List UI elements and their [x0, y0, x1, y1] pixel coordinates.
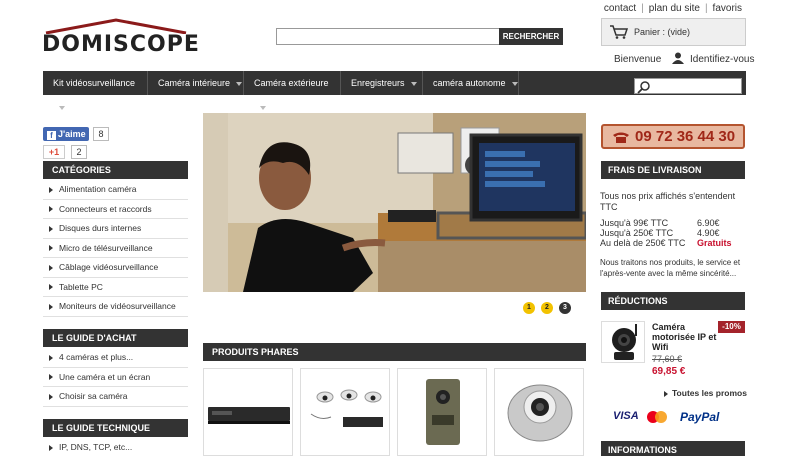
chevron-down-icon: [236, 81, 243, 86]
nav-camera-interieure[interactable]: Caméra intérieure: [148, 71, 244, 95]
arrow-right-icon: [49, 186, 53, 193]
frais-row: Jusqu'à 250€ TTC 4.90€: [600, 228, 720, 238]
favorites-link[interactable]: favoris: [713, 3, 742, 14]
guide-achat-title: LE GUIDE D'ACHAT: [43, 329, 188, 347]
all-promos-link[interactable]: Toutes les promos: [664, 388, 747, 398]
dvr-recorder-image: [208, 407, 290, 424]
informations-title: INFORMATIONS: [601, 441, 745, 456]
facebook-like-button[interactable]: f J'aime: [43, 127, 89, 141]
reductions-title: RÉDUCTIONS: [601, 292, 745, 310]
logo-text: DOMISCOPE: [42, 32, 200, 57]
hero-banner[interactable]: [203, 113, 586, 292]
guide-item[interactable]: Choisir sa caméra: [43, 387, 188, 407]
frais-row: Au delà de 250€ TTC Gratuits: [600, 238, 732, 248]
search-icon: [637, 81, 650, 94]
category-item[interactable]: Câblage vidéosurveillance: [43, 258, 188, 278]
slider-dot[interactable]: 2: [541, 302, 553, 314]
nav-camera-exterieure[interactable]: Caméra extérieure: [244, 71, 341, 110]
category-item[interactable]: Alimentation caméra: [43, 180, 188, 200]
category-item[interactable]: Connecteurs et raccords: [43, 200, 188, 219]
nav-camera-autonome[interactable]: caméra autonome: [423, 71, 519, 95]
nav-enregistreurs[interactable]: Enregistreurs: [341, 71, 423, 95]
arrow-right-icon: [49, 303, 53, 310]
google-plus-button[interactable]: +1: [43, 145, 65, 159]
guide-item[interactable]: 4 caméras et plus...: [43, 348, 188, 368]
sitemap-link[interactable]: plan du site: [649, 3, 700, 14]
phone-icon: [613, 132, 629, 143]
cart-box[interactable]: Panier : (vide): [601, 18, 746, 46]
arrow-right-icon: [49, 284, 53, 291]
category-item[interactable]: Disques durs internes: [43, 219, 188, 239]
frais-row: Jusqu'à 99€ TTC 6.90€: [600, 218, 720, 228]
banner-photo: [203, 113, 586, 292]
chevron-down-icon: [260, 105, 266, 110]
promo-old-price: 77,60 €: [652, 354, 683, 364]
search-button[interactable]: RECHERCHER: [499, 28, 563, 45]
contact-link[interactable]: contact: [604, 3, 636, 14]
paypal-logo: PayPal: [680, 410, 720, 424]
frais-note: Nous traitons nos produits, le service e…: [600, 258, 741, 278]
arrow-right-icon: [49, 264, 53, 271]
promo-product-image[interactable]: [601, 321, 645, 363]
google-plus-count: 2: [71, 145, 87, 159]
mastercard-icon: [647, 411, 667, 423]
promo-new-price: 69,85 €: [652, 366, 686, 377]
product-card[interactable]: [300, 368, 390, 456]
arrow-right-icon: [49, 225, 53, 232]
facebook-like-count: 8: [93, 127, 109, 141]
chevron-down-icon: [410, 81, 417, 86]
slider-dot-active[interactable]: 3: [559, 302, 571, 314]
slider-dot[interactable]: 1: [523, 302, 535, 314]
nav-kit-videosurveillance[interactable]: Kit vidéosurveillance: [43, 71, 148, 110]
frais-livraison-title: FRAIS DE LIVRAISON: [601, 161, 745, 179]
discount-badge: -10%: [718, 321, 745, 333]
trail-camera-image: [426, 379, 460, 445]
visa-logo: VISA: [613, 410, 639, 422]
chevron-down-icon: [511, 81, 518, 86]
category-item[interactable]: Micro de télésurveillance: [43, 239, 188, 258]
frais-intro: Tous nos prix affichés s'entendent TTC: [600, 191, 736, 212]
guide-item[interactable]: Une caméra et un écran: [43, 368, 188, 387]
mastercard-logo: [646, 410, 668, 424]
category-item[interactable]: Tablette PC: [43, 278, 188, 297]
dome-camera-image: [507, 384, 573, 442]
nav-search-input[interactable]: [634, 78, 742, 94]
product-card[interactable]: [494, 368, 584, 456]
guide-item[interactable]: IP, DNS, TCP, etc...: [43, 438, 188, 456]
cart-icon: [610, 25, 628, 39]
categories-title: CATÉGORIES: [43, 161, 188, 179]
guide-technique-title: LE GUIDE TECHNIQUE: [43, 419, 188, 437]
camera-kit-image: [310, 389, 383, 427]
category-item[interactable]: Moniteurs de vidéosurveillance: [43, 297, 188, 317]
facebook-icon: f: [47, 131, 56, 140]
user-icon: [672, 52, 684, 64]
site-logo[interactable]: DOMISCOPE: [42, 18, 199, 60]
product-card[interactable]: [203, 368, 293, 456]
guide-technique-list: IP, DNS, TCP, etc...: [43, 438, 188, 456]
cart-label: Panier : (vide): [634, 27, 691, 37]
arrow-right-icon: [49, 354, 53, 361]
arrow-right-icon: [49, 206, 53, 213]
arrow-right-icon: [49, 444, 53, 451]
chevron-down-icon: [59, 105, 65, 110]
phone-number[interactable]: 09 72 36 44 30: [601, 124, 745, 149]
arrow-right-icon: [49, 393, 53, 400]
top-links: contact | plan du site | favoris: [603, 3, 742, 14]
arrow-right-icon: [49, 245, 53, 252]
arrow-right-icon: [49, 374, 53, 381]
login-link[interactable]: Identifiez-vous: [690, 54, 754, 65]
ip-camera-image: [612, 324, 637, 360]
categories-list: Alimentation caméra Connecteurs et racco…: [43, 180, 188, 317]
arrow-right-icon: [664, 390, 668, 397]
promo-product-name[interactable]: Caméra motorisée IP et Wifi: [652, 322, 720, 352]
search-input[interactable]: [276, 28, 500, 45]
welcome-text: Bienvenue: [614, 54, 662, 65]
product-card[interactable]: [397, 368, 487, 456]
produits-phares-title: PRODUITS PHARES: [203, 343, 586, 361]
guide-achat-list: 4 caméras et plus... Une caméra et un éc…: [43, 348, 188, 407]
